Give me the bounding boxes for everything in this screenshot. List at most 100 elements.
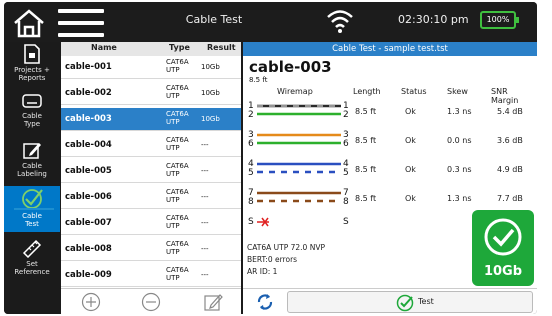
table-row[interactable]: cable-002 CAT6A UTP 10Gb — [61, 82, 241, 105]
cable-result: --- — [201, 245, 209, 253]
list-header: Name Type Result — [61, 42, 241, 56]
sidebar-item-label: Projects + Reports — [14, 66, 50, 82]
sidebar-item-cable-type[interactable]: Cable Type — [4, 90, 60, 134]
cable-result: --- — [201, 167, 209, 175]
ruler-icon — [22, 239, 42, 258]
column-skew: Skew — [447, 87, 468, 96]
pair-snr: 4.9 dB — [497, 165, 523, 174]
cable-result: --- — [201, 193, 209, 201]
menu-icon[interactable] — [58, 9, 104, 37]
column-status: Status — [401, 87, 427, 96]
cable-result: --- — [201, 219, 209, 227]
cable-result: 10Gb — [201, 115, 220, 123]
edit-icon[interactable] — [203, 292, 223, 312]
table-row[interactable]: cable-009 CAT6A UTP --- — [61, 264, 241, 287]
cable-name: cable-005 — [65, 166, 112, 176]
sidebar-item-label: Cable Labeling — [17, 162, 47, 178]
table-row[interactable]: cable-005 CAT6A UTP --- — [61, 160, 241, 183]
detail-header: Cable Test - sample test.tst — [243, 42, 537, 56]
shield-label: S — [248, 217, 254, 227]
pair-status: Ok — [405, 107, 416, 116]
table-row[interactable]: cable-006 CAT6A UTP --- — [61, 186, 241, 209]
list-toolbar — [61, 288, 241, 314]
pin-label: 8 — [343, 197, 349, 207]
pin-label: 2 — [343, 110, 349, 120]
pin-label: 2 — [248, 110, 254, 120]
pair-status: Ok — [405, 194, 416, 203]
wiremap-lines — [257, 104, 341, 174]
pair-skew: 0.0 ns — [447, 136, 472, 145]
pair-length: 8.5 ft — [355, 136, 377, 145]
detail-panel: cable-003 8.5 ft Wiremap Length Status S… — [243, 56, 537, 288]
ar-id: AR ID: 1 — [247, 267, 278, 276]
device-screen: Cable Test 02:30:10 pm 100% Projects + R… — [4, 2, 537, 314]
table-row[interactable]: cable-007 CAT6A UTP --- — [61, 212, 241, 235]
cable-name: cable-006 — [65, 192, 112, 202]
cable-type: CAT6A UTP — [166, 136, 189, 152]
edit-label-icon — [23, 143, 41, 159]
bert-result: BERT:0 errors — [247, 255, 298, 264]
top-bar: Cable Test 02:30:10 pm 100% — [4, 2, 537, 42]
pin-label: 6 — [343, 139, 349, 149]
cable-name: cable-003 — [65, 114, 112, 124]
column-header-name[interactable]: Name — [91, 43, 117, 52]
cable-type: CAT6A UTP — [166, 58, 189, 74]
result-speed: 10Gb — [483, 264, 523, 279]
pair-snr: 3.6 dB — [497, 136, 523, 145]
cable-type: CAT6A UTP — [166, 162, 189, 178]
pin-label: 8 — [248, 197, 254, 207]
test-button-label: Test — [418, 297, 434, 306]
cable-type: CAT6A UTP — [166, 214, 189, 230]
device-frame: Cable Test 02:30:10 pm 100% Projects + R… — [0, 0, 552, 316]
cable-result: 10Gb — [201, 63, 220, 71]
cable-type: CAT6A UTP — [166, 110, 189, 126]
cable-result: --- — [201, 141, 209, 149]
table-row-selected[interactable]: cable-003 CAT6A UTP 10Gb — [61, 108, 241, 131]
cable-name: cable-008 — [65, 244, 112, 254]
test-check-icon — [22, 189, 43, 209]
pair-status: Ok — [405, 165, 416, 174]
sidebar-item-cable-labeling[interactable]: Cable Labeling — [4, 138, 60, 182]
result-badge: 10Gb — [472, 210, 534, 286]
cable-name: cable-001 — [65, 62, 112, 72]
pass-check-icon — [484, 218, 522, 256]
screen-title: Cable Test — [185, 13, 243, 26]
pair-length: 8.5 ft — [355, 165, 377, 174]
sidebar-item-label: Set Reference — [14, 260, 50, 276]
cable-name: cable-007 — [65, 218, 112, 228]
pin-label: 5 — [248, 168, 254, 178]
cable-type: CAT6A UTP — [166, 84, 189, 100]
home-icon[interactable] — [12, 8, 46, 38]
pin-label: 5 — [343, 168, 349, 178]
sidebar-item-projects-reports[interactable]: Projects + Reports — [4, 42, 60, 86]
cable-type: CAT6A UTP — [166, 240, 189, 256]
cable-type: CAT6A UTP — [166, 266, 189, 282]
battery-indicator: 100% — [480, 11, 519, 29]
add-icon[interactable] — [81, 292, 101, 312]
sync-icon[interactable] — [255, 293, 275, 311]
table-row[interactable]: cable-004 CAT6A UTP --- — [61, 134, 241, 157]
pair-snr: 7.7 dB — [497, 194, 523, 203]
pair-snr: 5.4 dB — [497, 107, 523, 116]
cable-type-icon — [22, 94, 42, 108]
cable-spec: CAT6A UTP 72.0 NVP — [247, 243, 325, 252]
pair-skew: 0.3 ns — [447, 165, 472, 174]
column-header-type[interactable]: Type — [169, 43, 190, 52]
pair-status: Ok — [405, 136, 416, 145]
sidebar: Projects + Reports Cable Type Cable Labe… — [4, 42, 60, 314]
column-header-result[interactable]: Result — [207, 43, 236, 52]
wifi-icon — [327, 10, 353, 33]
test-button[interactable]: Test — [287, 291, 533, 313]
table-row[interactable]: cable-001 CAT6A UTP 10Gb — [61, 56, 241, 79]
table-row[interactable]: cable-008 CAT6A UTP --- — [61, 238, 241, 261]
cable-name: cable-002 — [65, 88, 112, 98]
test-check-icon — [396, 294, 414, 312]
cable-type: CAT6A UTP — [166, 188, 189, 204]
cable-list: cable-001 CAT6A UTP 10Gb cable-002 CAT6A UT… — [61, 56, 241, 288]
pair-skew: 1.3 ns — [447, 194, 472, 203]
remove-icon[interactable] — [141, 292, 161, 312]
pin-label: 6 — [248, 139, 254, 149]
sidebar-item-set-reference[interactable]: Set Reference — [4, 236, 60, 280]
pair-length: 8.5 ft — [355, 194, 377, 203]
clock: 02:30:10 pm — [398, 13, 469, 26]
